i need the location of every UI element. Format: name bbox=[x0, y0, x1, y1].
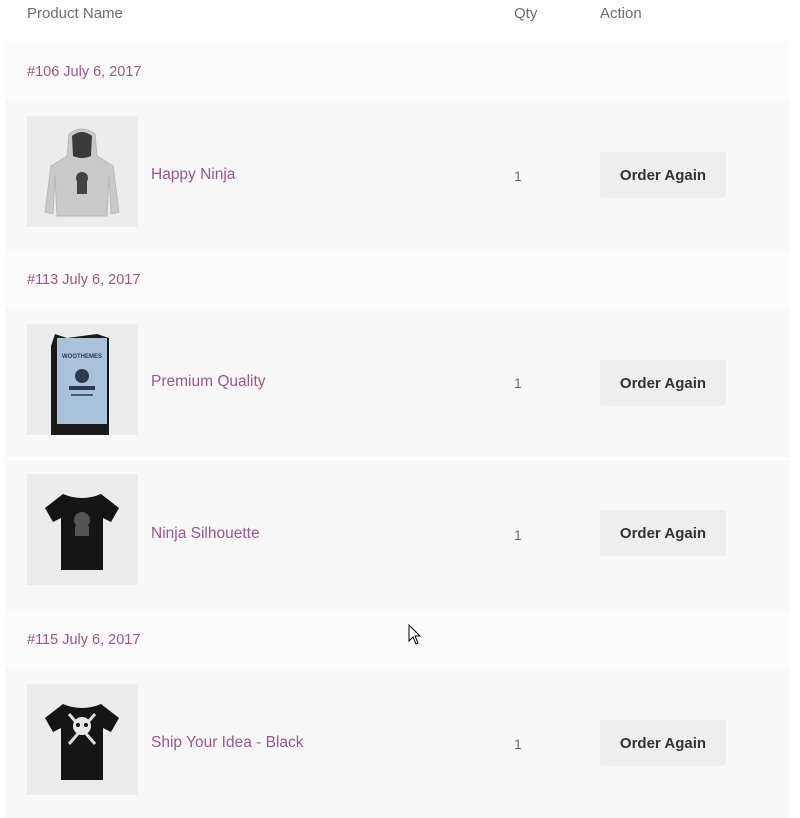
product-name-link[interactable]: Happy Ninja bbox=[151, 166, 235, 184]
order-again-button[interactable]: Order Again bbox=[600, 360, 726, 406]
order-again-button[interactable]: Order Again bbox=[600, 720, 726, 766]
poster-icon[interactable]: WOOTHEMES bbox=[27, 324, 138, 435]
hoodie-icon[interactable] bbox=[27, 116, 138, 227]
mouse-cursor-icon bbox=[408, 623, 422, 651]
order-header-row: #113 July 6, 2017 bbox=[5, 250, 790, 308]
table-row: Happy Ninja 1 Order Again bbox=[5, 100, 790, 250]
product-name-link[interactable]: Ninja Silhouette bbox=[151, 525, 260, 543]
product-name-link[interactable]: Ship Your Idea - Black bbox=[151, 734, 304, 752]
order-link[interactable]: #115 July 6, 2017 bbox=[27, 632, 140, 648]
skull-tshirt-icon[interactable] bbox=[27, 684, 138, 795]
column-header-qty: Qty bbox=[514, 5, 538, 22]
table-header: Product Name Qty Action bbox=[5, 0, 790, 42]
table-row: Ship Your Idea - Black 1 Order Again bbox=[5, 668, 790, 818]
quantity: 1 bbox=[514, 736, 522, 752]
column-header-product-name: Product Name bbox=[27, 5, 123, 22]
quantity: 1 bbox=[514, 168, 522, 184]
quantity: 1 bbox=[514, 527, 522, 543]
tshirt-icon[interactable] bbox=[27, 474, 138, 585]
order-header-row: #106 July 6, 2017 bbox=[5, 42, 790, 100]
order-history-table: Product Name Qty Action #106 July 6, 201… bbox=[5, 0, 790, 818]
order-again-button[interactable]: Order Again bbox=[600, 510, 726, 556]
table-row: WOOTHEMES Premium Quality 1 Order Again bbox=[5, 308, 790, 458]
order-link[interactable]: #106 July 6, 2017 bbox=[27, 64, 141, 80]
svg-text:WOOTHEMES: WOOTHEMES bbox=[62, 354, 102, 360]
order-link[interactable]: #113 July 6, 2017 bbox=[27, 272, 140, 288]
order-again-button[interactable]: Order Again bbox=[600, 152, 726, 198]
quantity: 1 bbox=[514, 375, 522, 391]
column-header-action: Action bbox=[600, 5, 642, 22]
order-header-row: #115 July 6, 2017 bbox=[5, 610, 790, 668]
product-name-link[interactable]: Premium Quality bbox=[151, 373, 266, 391]
table-row: Ninja Silhouette 1 Order Again bbox=[5, 458, 790, 610]
